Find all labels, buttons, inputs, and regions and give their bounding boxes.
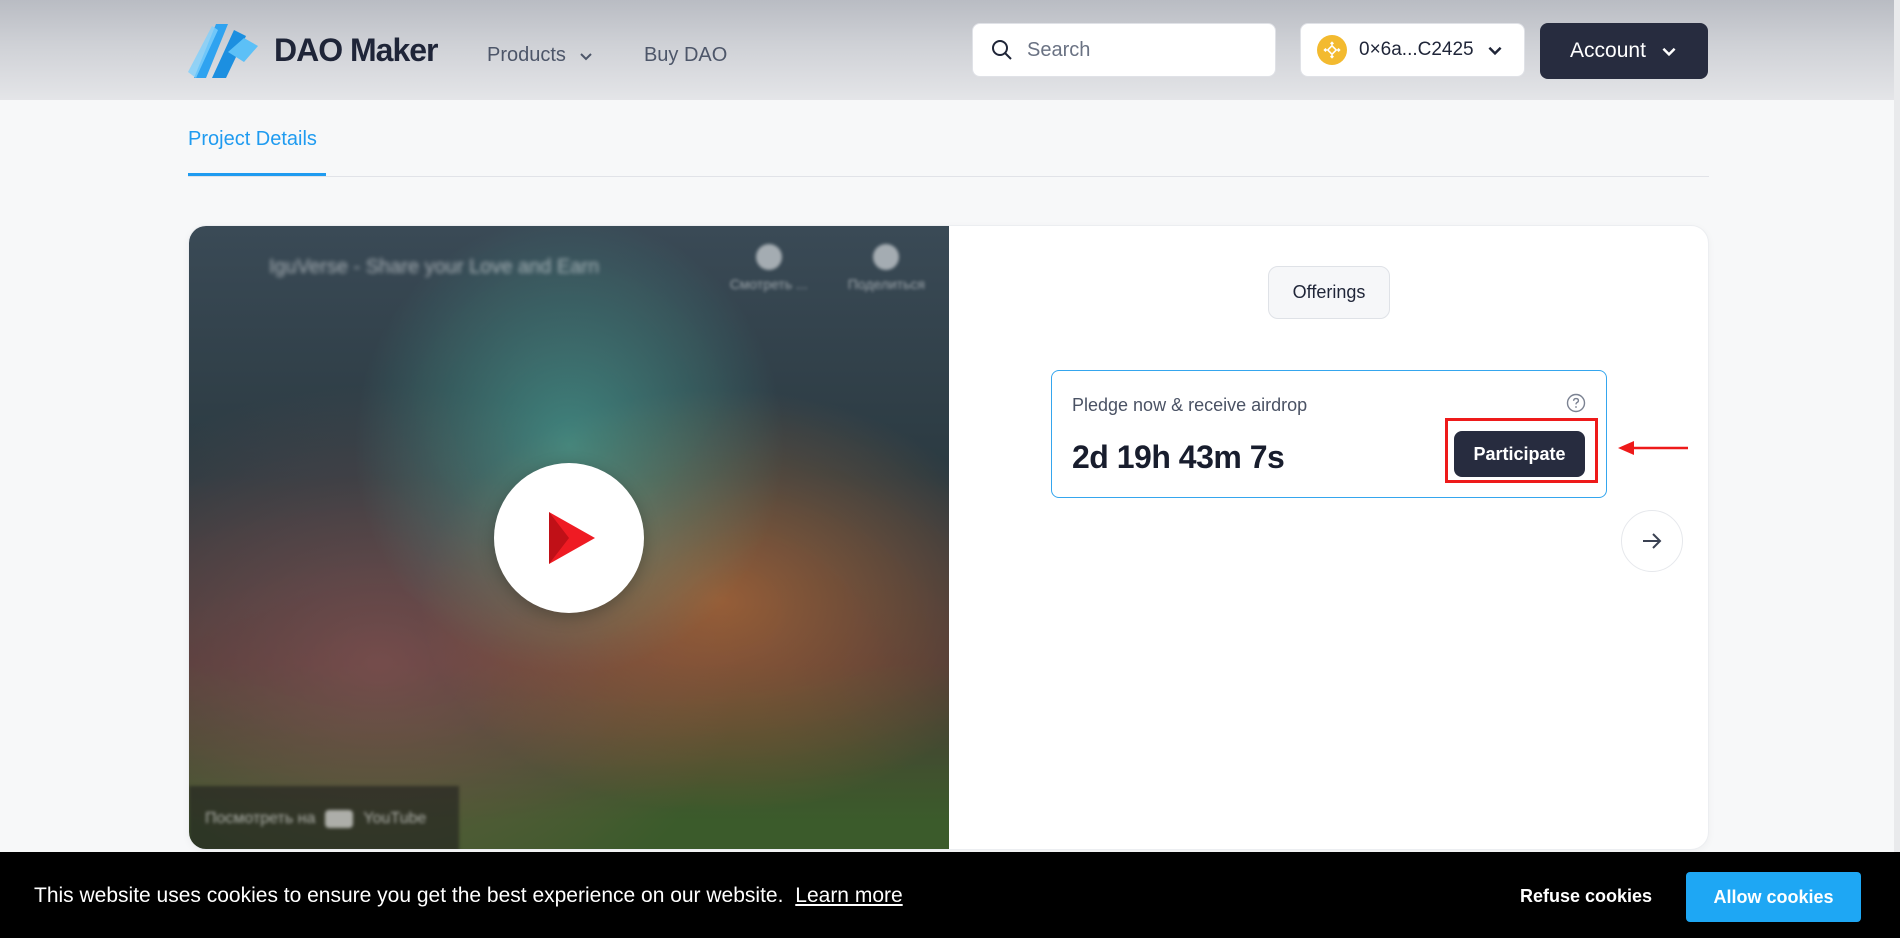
pledge-label: Pledge now & receive airdrop (1072, 395, 1308, 415)
share-button[interactable]: Поделиться (848, 244, 925, 292)
video-title: IguVerse - Share your Love and Earn (269, 256, 600, 278)
video-actions: Смотреть ... Поделиться (730, 244, 925, 292)
brand-logo[interactable]: DAO Maker (188, 22, 438, 78)
clock-icon (755, 244, 782, 270)
cookie-banner: This website uses cookies to ensure you … (0, 852, 1900, 938)
nav-buy-dao-label: Buy DAO (643, 44, 728, 66)
learn-more-link[interactable]: Learn more (795, 884, 902, 907)
cookie-message: This website uses cookies to ensure you … (34, 884, 903, 908)
help-icon[interactable] (1566, 393, 1586, 413)
participate-button[interactable]: Participate (1454, 431, 1585, 477)
bnb-coin-icon (1317, 35, 1347, 65)
project-card: IguVerse - Share your Love and Earn Смот… (188, 225, 1709, 850)
share-label: Поделиться (847, 276, 925, 292)
nav-products-label: Products (487, 44, 566, 66)
wallet-selector[interactable]: 0×6a...C2425 (1300, 23, 1525, 77)
tab-divider (188, 176, 1709, 177)
chevron-down-icon (1488, 46, 1502, 56)
search-icon (992, 40, 1012, 60)
brand-name: DAO Maker (274, 31, 438, 68)
search-input[interactable] (1027, 38, 1247, 62)
chevron-down-icon (580, 52, 592, 60)
pledge-box: Pledge now & receive airdrop 2d 19h 43m … (1051, 370, 1607, 498)
youtube-label: YouTube (363, 809, 427, 827)
dao-maker-logo-icon (188, 24, 258, 78)
nav-buy-dao[interactable]: Buy DAO (644, 44, 727, 67)
annotation-arrow-icon (1618, 441, 1688, 455)
refuse-cookies-button[interactable]: Refuse cookies (1520, 886, 1652, 907)
cookie-message-text: This website uses cookies to ensure you … (34, 884, 784, 907)
play-button[interactable] (494, 463, 644, 613)
watch-on-youtube-link[interactable]: Посмотреть на YouTube (189, 786, 459, 849)
youtube-icon (325, 809, 354, 828)
watch-later-label: Смотреть ... (729, 276, 808, 292)
play-icon (549, 512, 595, 564)
next-arrow-button[interactable] (1621, 510, 1683, 572)
search-box[interactable] (972, 23, 1276, 77)
arrow-right-icon (1643, 533, 1662, 549)
share-icon (873, 244, 900, 270)
tab-project-details[interactable]: Project Details (188, 128, 317, 171)
top-header: DAO Maker Products Buy DAO 0×6a...C242 (0, 0, 1900, 100)
account-label: Account (1570, 39, 1646, 62)
countdown-timer: 2d 19h 43m 7s (1072, 439, 1285, 475)
nav-products[interactable]: Products (487, 44, 594, 67)
video-player[interactable]: IguVerse - Share your Love and Earn Смот… (189, 226, 949, 849)
offerings-button[interactable]: Offerings (1268, 266, 1390, 319)
page-scrollbar[interactable] (1894, 0, 1900, 852)
main-nav: Products Buy DAO (487, 44, 727, 67)
watch-later-button[interactable]: Смотреть ... (730, 244, 808, 292)
chevron-down-icon (1662, 47, 1676, 57)
wallet-address: 0×6a...C2425 (1359, 39, 1474, 60)
account-button[interactable]: Account (1540, 23, 1708, 79)
watch-on-label: Посмотреть на (205, 809, 316, 827)
allow-cookies-button[interactable]: Allow cookies (1686, 872, 1861, 922)
